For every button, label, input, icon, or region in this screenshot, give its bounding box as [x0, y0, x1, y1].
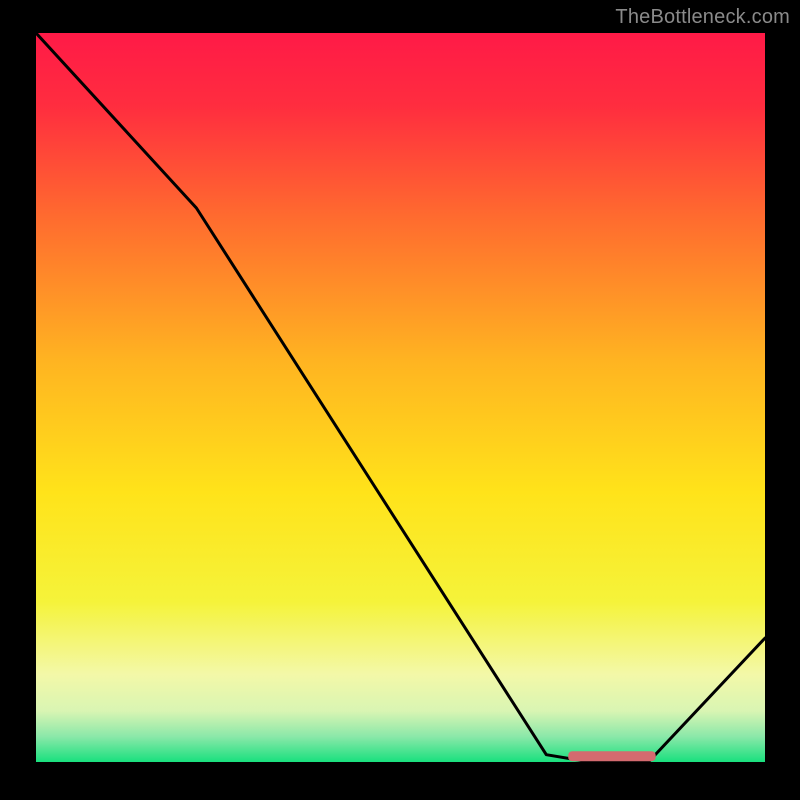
chart-svg [36, 33, 765, 762]
chart-plot-area [36, 33, 765, 762]
watermark-text: TheBottleneck.com [615, 6, 790, 29]
highlight-bar [568, 751, 656, 761]
chart-background [36, 33, 765, 762]
